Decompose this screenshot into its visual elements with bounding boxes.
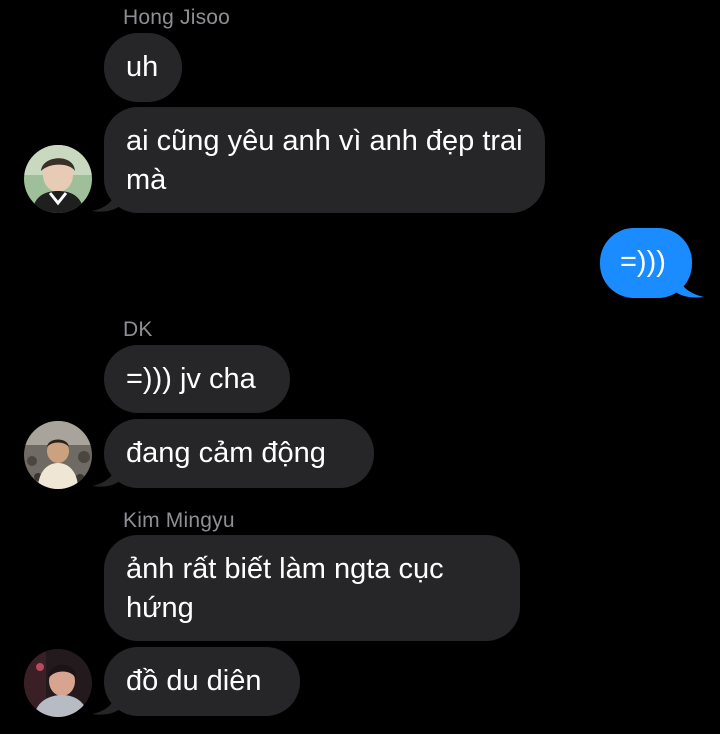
- message-text: ai cũng yêu anh vì anh đẹp trai mà: [126, 125, 523, 196]
- message-text: đang cảm động: [126, 437, 326, 469]
- bubble-tail-icon: [92, 689, 122, 715]
- message-bubble[interactable]: ai cũng yêu anh vì anh đẹp trai mà: [104, 107, 545, 213]
- message-text: =))): [620, 246, 666, 278]
- sender-name-kim-mingyu: Kim Mingyu: [123, 509, 235, 532]
- avatar[interactable]: [24, 145, 92, 213]
- message-bubble[interactable]: đang cảm động: [104, 419, 374, 488]
- bubble-tail-icon: [92, 186, 122, 212]
- message-text: uh: [126, 51, 159, 83]
- avatar-kim-mingyu-icon: [24, 649, 92, 717]
- message-text: ảnh rất biết làm ngta cục hứng: [126, 553, 444, 624]
- sender-name-hong-jisoo: Hong Jisoo: [123, 6, 231, 29]
- message-bubble[interactable]: uh: [104, 33, 182, 102]
- message-bubble[interactable]: đồ du diên: [104, 647, 300, 716]
- message-bubble[interactable]: =))) jv cha: [104, 345, 290, 413]
- sender-name-dk: DK: [123, 318, 153, 341]
- message-bubble[interactable]: ảnh rất biết làm ngta cục hứng: [104, 535, 520, 641]
- avatar-dk-icon: [24, 421, 92, 489]
- message-text: =))) jv cha: [126, 363, 256, 395]
- avatar[interactable]: [24, 421, 92, 489]
- bubble-tail-icon: [672, 271, 704, 298]
- avatar-hong-jisoo-icon: [24, 145, 92, 213]
- message-text: đồ du diên: [126, 665, 262, 697]
- avatar[interactable]: [24, 649, 92, 717]
- bubble-tail-icon: [92, 461, 122, 487]
